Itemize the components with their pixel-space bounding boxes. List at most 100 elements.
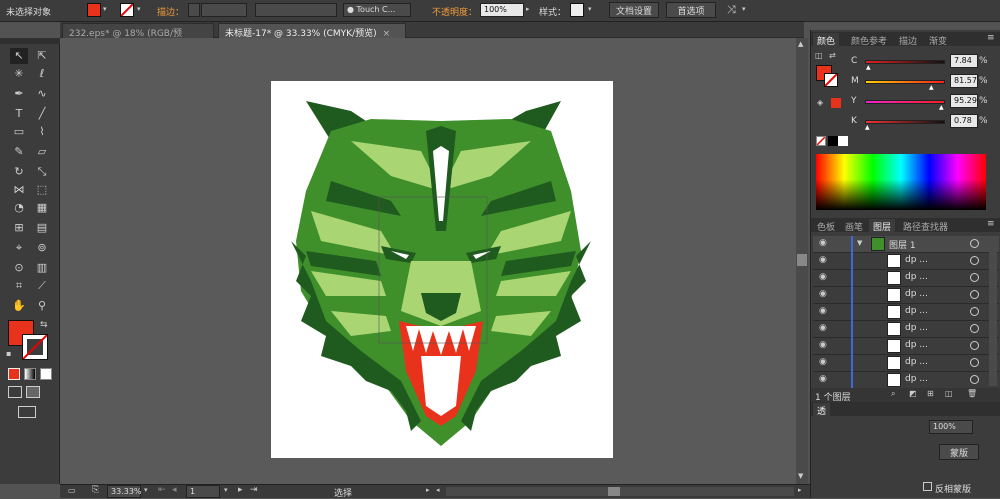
new-sublayer-icon[interactable]: ⊞ [927,389,934,398]
style-dropdown-icon[interactable]: ▾ [588,5,592,13]
white-swatch[interactable] [838,136,848,146]
toolbar-grip[interactable] [0,38,60,44]
tab-untitled-17[interactable]: 未标题-17* @ 33.33% (CMYK/预览) × [218,23,406,39]
target-circle-icon[interactable] [970,290,979,299]
layer-row[interactable]: ◉ dp ... [813,253,999,270]
delete-layer-icon[interactable]: 🗑 [967,389,977,398]
artboard[interactable] [271,81,613,458]
lasso-tool-icon[interactable]: ℓ [33,66,51,82]
preferences-button[interactable]: 首选项 [666,2,716,18]
next-page-icon[interactable]: ▸ [238,485,243,495]
graphic-style-swatch[interactable] [570,3,584,17]
slice-tool-icon[interactable]: ⟋ [33,278,51,294]
layer-row[interactable]: ◉ dp ... [813,270,999,287]
scroll-thumb[interactable] [797,254,807,266]
perspective-grid-tool-icon[interactable]: ▦ [33,200,51,216]
color-mode-icon[interactable] [8,368,20,380]
free-transform-tool-icon[interactable]: ⬚ [33,182,51,198]
line-tool-icon[interactable]: ╱ [33,106,51,122]
eyedropper-tool-icon[interactable]: ⌖ [10,240,28,256]
k-slider-handle[interactable]: ▲ [865,124,870,131]
m-slider-handle[interactable]: ▲ [929,84,934,91]
document-setup-button[interactable]: 文档设置 [609,2,659,18]
prev-page-icon[interactable]: ◂ [172,485,177,495]
target-circle-icon[interactable] [970,375,979,384]
horizontal-scrollbar[interactable] [446,487,794,496]
layer-row[interactable]: ◉ dp ... [813,355,999,372]
tab-gradient[interactable]: 渐变 [925,33,951,48]
layer-parent-row[interactable]: ◉ ▼ 图层 1 [813,236,999,253]
sublayer-name[interactable]: dp ... [905,340,928,350]
tab-transparency[interactable]: 透 [813,403,831,418]
direct-selection-tool-icon[interactable]: ⇱ [33,48,51,64]
pen-tool-icon[interactable]: ✒ [10,86,28,102]
visibility-eye-icon[interactable]: ◉ [819,340,827,350]
visibility-eye-icon[interactable]: ◉ [819,255,827,265]
scroll-up-icon[interactable]: ▲ [798,40,803,48]
visibility-eye-icon[interactable]: ◉ [819,374,827,384]
target-circle-icon[interactable] [970,324,979,333]
default-colors-icon[interactable]: ▪ [6,349,11,358]
status-menu-icon[interactable]: ▸ [426,486,430,494]
tab-color[interactable]: 颜色 [813,33,840,48]
last-page-icon[interactable]: ⇥ [250,485,258,495]
stroke-weight-stepper[interactable] [188,3,200,17]
visibility-eye-icon[interactable]: ◉ [819,238,827,248]
blend-tool-icon[interactable]: ⊚ [33,240,51,256]
y-slider-handle[interactable]: ▲ [939,104,944,111]
draw-normal-icon[interactable] [8,386,22,398]
opacity-input[interactable]: 100% [480,3,524,17]
shape-builder-tool-icon[interactable]: ◔ [10,200,28,216]
tab-color-guide[interactable]: 颜色参考 [847,33,891,48]
sublayer-name[interactable]: dp ... [905,272,928,282]
target-circle-icon[interactable] [970,256,979,265]
target-circle-icon[interactable] [970,239,979,248]
sublayer-name[interactable]: dp ... [905,357,928,367]
sublayer-name[interactable]: dp ... [905,323,928,333]
clipping-mask-icon[interactable]: ◩ [909,389,917,398]
column-graph-tool-icon[interactable]: ▥ [33,260,51,276]
symbol-sprayer-tool-icon[interactable]: ⊙ [10,260,28,276]
expand-triangle-icon[interactable]: ▼ [857,239,862,247]
scale-tool-icon[interactable]: ⤡ [33,164,51,180]
scroll-down-icon[interactable]: ▼ [798,472,803,480]
swap-colors-icon[interactable]: ⇆ [40,320,48,330]
k-slider[interactable] [865,120,945,124]
visibility-eye-icon[interactable]: ◉ [819,272,827,282]
stroke-swatch[interactable] [120,3,134,17]
wolf-illustration[interactable] [271,81,613,458]
target-circle-icon[interactable] [970,273,979,282]
share-icon[interactable]: ⎘ [92,485,99,495]
rectangle-tool-icon[interactable]: ▭ [10,124,28,140]
target-circle-icon[interactable] [970,341,979,350]
h-scroll-thumb[interactable] [608,487,620,496]
swap-icon[interactable]: ⇄ [829,51,836,60]
layer-row[interactable]: ◉ dp ... [813,287,999,304]
tab-brushes[interactable]: 画笔 [841,219,867,234]
transparency-opacity-input[interactable]: 100% [929,420,973,434]
zoom-tool-icon[interactable]: ⚲ [33,298,51,314]
opacity-dropdown-icon[interactable]: ▸ [526,5,530,13]
eraser-tool-icon[interactable]: ▱ [33,144,51,160]
artboard-tool-icon[interactable]: ⌗ [10,278,28,294]
gradient-mode-icon[interactable] [24,368,36,380]
fill-dropdown-icon[interactable]: ▾ [103,5,107,13]
layer-row[interactable]: ◉ dp ... [813,321,999,338]
sublayer-name[interactable]: dp ... [905,289,928,299]
layers-scrollbar[interactable] [989,236,997,386]
stroke-dropdown-icon[interactable]: ▾ [137,5,141,13]
gamut-swatch[interactable] [831,98,841,108]
scroll-left-icon[interactable]: ◂ [436,486,440,494]
page-input[interactable]: 1 [186,485,220,498]
visibility-eye-icon[interactable]: ◉ [819,357,827,367]
panel-menu-icon[interactable]: ≡ [987,33,995,43]
none-mode-icon[interactable] [40,368,52,380]
zoom-dropdown-icon[interactable]: ▾ [144,486,148,494]
tab-layers[interactable]: 图层 [869,219,896,234]
stroke-color-box[interactable] [22,334,48,360]
tab-swatches[interactable]: 色板 [813,219,839,234]
black-swatch[interactable] [828,136,838,146]
tab-stroke[interactable]: 描边 [895,33,921,48]
target-circle-icon[interactable] [970,358,979,367]
make-mask-button[interactable]: 蒙版 [939,444,979,460]
